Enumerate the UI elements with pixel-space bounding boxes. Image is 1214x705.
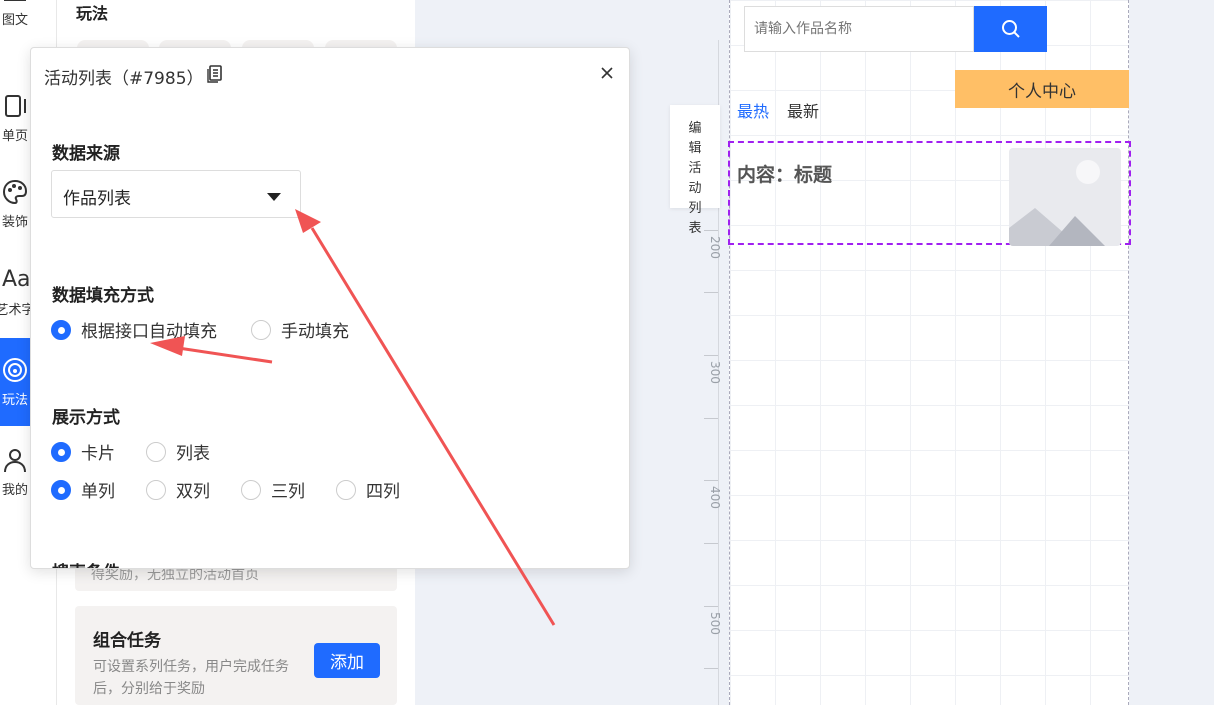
caret-down-icon <box>267 193 281 201</box>
radio-single-column-label: 单列 <box>81 482 115 502</box>
radio-checked-icon <box>51 319 71 340</box>
ruler-tick <box>704 668 718 669</box>
copy-icon[interactable] <box>207 65 223 83</box>
rail-item-mine[interactable]: 我的 <box>0 428 30 516</box>
ruler-tick <box>704 543 718 544</box>
dialog-title: 活动列表（#7985） <box>44 69 204 89</box>
ruler-tick <box>704 355 718 356</box>
rail-label-decoration: 装饰 <box>1 214 28 230</box>
rail-item-image-text[interactable]: 图文 <box>0 0 30 46</box>
radio-double-column-label: 双列 <box>176 482 210 502</box>
radio-unchecked-icon <box>146 441 166 462</box>
rail-label-single-page: 单页 <box>1 128 28 144</box>
radio-card[interactable]: 卡片 <box>51 439 115 464</box>
radio-single-column[interactable]: 单列 <box>51 477 115 502</box>
ruler-tick <box>704 418 718 419</box>
list-item-title: 内容：标题 <box>737 164 833 186</box>
single-page-icon <box>5 94 26 117</box>
search-box <box>744 6 974 52</box>
data-source-value: 作品列表 <box>63 189 131 209</box>
data-source-label: 数据来源 <box>52 144 120 164</box>
add-combo-task-button[interactable]: 添加 <box>314 643 380 678</box>
radio-auto-fill[interactable]: 根据接口自动填充 <box>51 317 217 342</box>
combo-task-desc: 可设置系列任务，用户完成任务后，分别给于奖励 <box>93 659 289 697</box>
ruler-number: 400 <box>708 486 722 509</box>
radio-list[interactable]: 列表 <box>146 439 210 464</box>
personal-center-button[interactable]: 个人中心 <box>955 70 1129 108</box>
radio-checked-icon <box>51 479 71 500</box>
rail-item-single-page[interactable]: 单页 <box>0 74 30 162</box>
radio-quad-column-label: 四列 <box>366 482 400 502</box>
search-button[interactable] <box>974 6 1047 52</box>
combo-task-title: 组合任务 <box>93 631 161 651</box>
panel-title: 玩法 <box>76 4 109 23</box>
rail-label-gameplay: 玩法 <box>1 392 28 408</box>
radio-unchecked-icon <box>251 319 271 340</box>
radio-card-label: 卡片 <box>81 444 115 464</box>
ruler-tick <box>704 230 718 231</box>
display-mode-label: 展示方式 <box>52 408 120 428</box>
radio-triple-column-label: 三列 <box>271 482 305 502</box>
radio-unchecked-icon <box>241 479 261 500</box>
combo-task-card: 组合任务 可设置系列任务，用户完成任务后，分别给于奖励 添加 <box>75 606 397 705</box>
search-condition-label: 搜索条件 <box>52 558 120 568</box>
data-source-select[interactable]: 作品列表 <box>51 170 301 218</box>
ruler-number: 300 <box>708 361 722 384</box>
radio-manual-fill-label: 手动填充 <box>281 322 349 342</box>
search-input[interactable] <box>745 7 973 51</box>
activity-list-dialog: 活动列表（#7985） 数据来源 作品列表 数据填充方式 根据接口自动填充 手动… <box>30 47 630 569</box>
radio-unchecked-icon <box>146 479 166 500</box>
edit-activity-list-label: 编辑活动列表 <box>688 121 702 236</box>
ruler-tick <box>704 606 718 607</box>
rail-item-decoration[interactable]: 装饰 <box>0 160 30 248</box>
art-text-icon: Aa <box>2 266 31 292</box>
rail-label-mine: 我的 <box>1 482 28 498</box>
image-text-icon <box>4 0 26 1</box>
user-icon <box>4 448 26 472</box>
gameplay-icon <box>3 357 27 382</box>
rail-item-art-text[interactable]: Aa 艺术字 <box>0 248 35 336</box>
radio-unchecked-icon <box>336 479 356 500</box>
radio-list-label: 列表 <box>176 444 210 464</box>
rail-label-image-text: 图文 <box>1 12 28 28</box>
radio-double-column[interactable]: 双列 <box>146 477 210 502</box>
radio-checked-icon <box>51 441 71 462</box>
close-icon[interactable] <box>600 66 614 80</box>
palette-icon <box>2 179 28 204</box>
tab-new[interactable]: 最新 <box>787 98 819 122</box>
edit-activity-list-button[interactable]: 编辑活动列表 <box>670 105 720 236</box>
fill-mode-label: 数据填充方式 <box>52 286 154 306</box>
image-placeholder-icon <box>1009 148 1121 246</box>
radio-quad-column[interactable]: 四列 <box>336 477 400 502</box>
activity-list-component[interactable]: 内容：标题 <box>728 141 1131 246</box>
radio-triple-column[interactable]: 三列 <box>241 477 305 502</box>
ruler-number: 500 <box>708 612 722 635</box>
ruler-tick <box>704 292 718 293</box>
radio-auto-fill-label: 根据接口自动填充 <box>81 322 217 342</box>
radio-manual-fill[interactable]: 手动填充 <box>251 317 349 342</box>
ruler-number: 200 <box>708 236 722 259</box>
search-icon <box>1001 20 1020 38</box>
rail-item-gameplay[interactable]: 玩法 <box>0 338 30 426</box>
tab-hot[interactable]: 最热 <box>737 98 769 122</box>
ruler-tick <box>704 480 718 481</box>
